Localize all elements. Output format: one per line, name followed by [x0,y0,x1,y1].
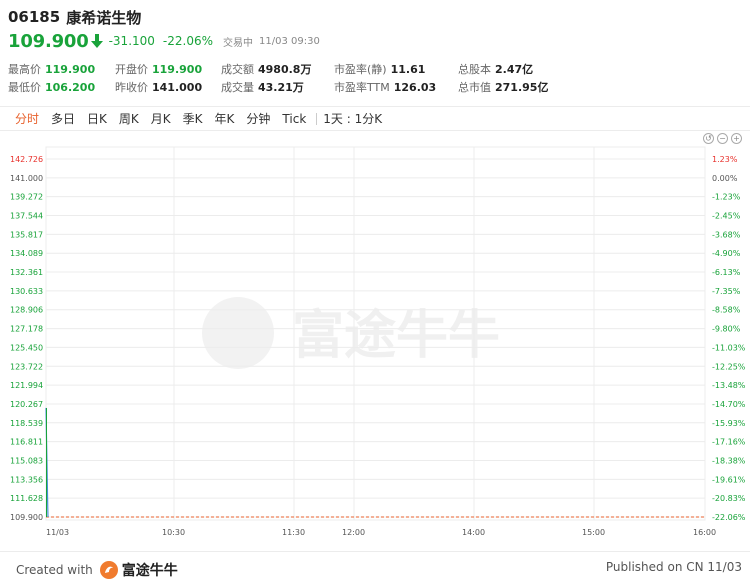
x-axis-label: 16:00 [693,528,716,537]
y-axis-pct-label: -13.48% [712,381,746,390]
tab-quarterly-k[interactable]: 季K [177,107,209,131]
x-axis-label: 15:00 [582,528,605,537]
y-axis-label: 125.450 [10,343,43,352]
zoom-out-icon[interactable]: − [717,133,728,144]
y-axis-label: 139.272 [10,193,43,202]
y-axis-label: 116.811 [10,438,43,447]
tab-tick[interactable]: Tick [276,107,312,131]
y-axis-pct-label: -12.25% [712,362,746,371]
y-axis-pct-label: -22.06% [712,513,746,522]
x-axis-label: 10:30 [162,528,185,537]
y-axis-label: 132.361 [10,268,43,277]
y-axis-label: 115.083 [10,456,43,465]
stats-row: 最低价 106.200 昨收价 141.000 成交量 43.21万 市盈率TTM 12… [8,78,742,96]
stat-pe-ttm: 市盈率TTM 126.03 [334,80,437,95]
stats-row: 最高价 119.900 开盘价 119.900 成交额 4980.8万 市盈率(静) 1… [8,60,742,78]
price-change: -31.100 [108,34,155,48]
tab-timeshare[interactable]: 分时 [9,107,45,131]
y-axis-pct-label: -4.90% [712,249,741,258]
quote-time: 11/03 09:30 [259,35,320,47]
price-change-percent: -22.06% [162,34,214,48]
range-selector[interactable]: 1天 : 1分K [321,110,384,127]
y-axis-label: 127.178 [10,325,43,334]
stat-pe-static: 市盈率(静) 11.61 [334,62,426,77]
y-axis-pct-label: 0.00% [712,174,738,183]
y-axis-label: 134.089 [10,249,43,258]
down-arrow-icon [90,33,103,49]
x-axis-label: 14:00 [462,528,485,537]
y-axis-label: 135.817 [10,230,43,239]
y-axis-pct-label: -7.35% [712,287,741,296]
watermark-text: 富途牛牛 [292,306,500,366]
chart-tools: ↺ − + [703,133,742,144]
created-with: Created with 富途牛牛 [16,560,178,580]
footer: Created with 富途牛牛 Published on CN 11/03 [0,551,750,587]
stat-volume: 成交量 43.21万 [221,81,304,94]
y-axis-label: 142.726 [10,155,43,164]
watermark-logo-icon [202,297,274,369]
y-axis-label: 113.356 [10,475,43,484]
y-axis-pct-label: -11.03% [712,343,746,352]
reset-icon[interactable]: ↺ [703,133,714,144]
intraday-chart: 富途牛牛 142.726 1.23% 141.000 0.00% 139.272 -1.23… [10,146,746,537]
trading-status: 交易中 [223,37,254,49]
stat-turnover: 成交额 4980.8万 [221,63,312,76]
y-axis-pct-label: -17.16% [712,438,746,447]
stat-open: 开盘价 119.900 [115,62,203,77]
y-axis-label: 128.906 [10,306,43,315]
tab-daily-k[interactable]: 日K [81,107,113,131]
y-axis-pct-label: -19.61% [712,475,746,484]
stat-low: 最低价 106.200 [8,80,96,95]
zoom-in-icon[interactable]: + [731,133,742,144]
tab-minute[interactable]: 分钟 [240,107,276,131]
y-axis-pct-label: 1.23% [712,155,738,164]
y-axis-pct-label: -18.38% [712,456,746,465]
futu-logo-icon [99,560,119,580]
tab-multi-day[interactable]: 多日 [45,107,81,131]
y-axis-label: 118.539 [10,419,43,428]
y-axis-pct-label: -9.80% [712,325,741,334]
published-date: Published on CN 11/03 [605,560,742,574]
y-axis-label: 121.994 [10,381,43,390]
x-axis-label: 11:30 [282,528,305,537]
stock-code: 06185 [8,8,61,26]
x-axis-label: 11/03 [46,528,69,537]
stat-shares: 总股本 2.47亿 [458,63,534,76]
tab-weekly-k[interactable]: 周K [113,107,145,131]
stat-prev-close: 昨收价 141.000 [115,80,203,95]
y-axis-label: 120.267 [10,400,43,409]
y-axis-label: 123.722 [10,362,43,371]
tab-monthly-k[interactable]: 月K [145,107,177,131]
y-axis-pct-label: -3.68% [712,230,741,239]
y-axis-pct-label: -15.93% [712,419,746,428]
brand-name: 富途牛牛 [121,563,178,579]
stat-high: 最高价 119.900 [8,62,96,77]
y-axis-pct-label: -20.83% [712,494,746,503]
y-axis-pct-label: -14.70% [712,400,746,409]
tab-yearly-k[interactable]: 年K [209,107,241,131]
y-axis-label: 111.628 [10,494,43,503]
y-axis-label: 109.900 [10,513,43,522]
y-axis-pct-label: -6.13% [712,268,741,277]
y-axis-label: 141.000 [10,174,43,183]
y-axis-pct-label: -2.45% [712,212,741,221]
x-axis-label: 12:00 [342,528,365,537]
last-price: 109.900 [8,30,89,52]
stock-name: 康希诺生物 [66,8,142,27]
chart-period-tabs: 分时 多日 日K 周K 月K 季K 年K 分钟 Tick 1天 : 1分K [0,106,750,131]
stat-market-cap: 总市值 271.95亿 [458,81,549,94]
stats-panel: 最高价 119.900 开盘价 119.900 成交额 4980.8万 市盈率(静) 1… [8,60,742,96]
y-axis-pct-label: -8.58% [712,306,741,315]
tab-divider [316,112,318,125]
quote-header: 06185 康希诺生物 109.900 -31.100 -22.06% 交易中 … [8,6,742,53]
y-axis-pct-label: -1.23% [712,193,741,202]
y-axis-label: 137.544 [10,212,43,221]
y-axis-label: 130.633 [10,287,43,296]
